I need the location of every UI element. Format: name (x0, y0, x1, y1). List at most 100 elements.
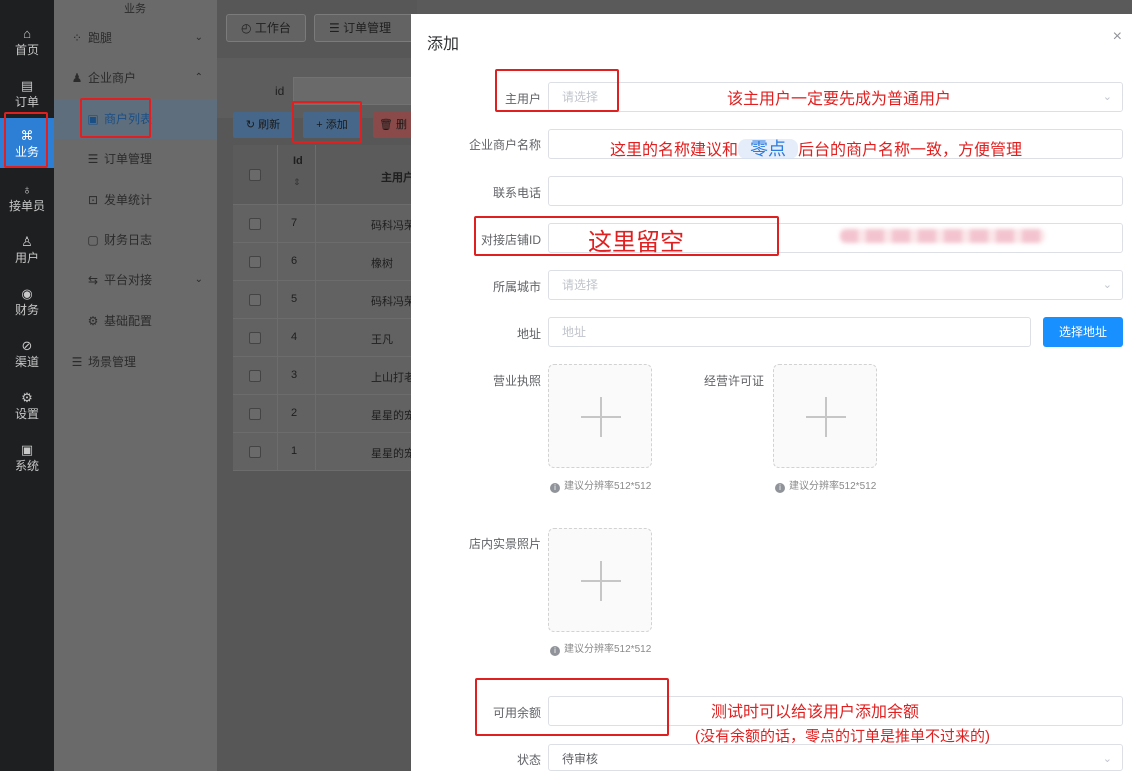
annotation-balance-note-1: 测试时可以给该用户添加余额 (711, 704, 920, 721)
scene-icon: ☰ (71, 355, 83, 369)
table-row[interactable]: 3 上山打老 (233, 357, 415, 395)
submenu-item-scene[interactable]: ☰ 场景管理 (54, 342, 217, 382)
submenu-item-platform[interactable]: ⇆ 平台对接 ⌄ (54, 260, 217, 300)
channel-icon: ⊘ (21, 338, 33, 353)
chevron-down-icon: ⌄ (194, 32, 203, 43)
row-checkbox[interactable] (249, 332, 261, 344)
submenu-label: 发单统计 (104, 193, 153, 207)
rail-item-finance[interactable]: ◉ 财务 (0, 276, 54, 326)
button-label: 刷新 (258, 119, 281, 131)
cell-id: 4 (291, 331, 298, 343)
cell-main-user: 上山打老 (371, 372, 415, 384)
rail-item-order[interactable]: ▤ 订单 (0, 68, 54, 118)
close-icon[interactable]: × (1113, 28, 1122, 46)
enterprise-icon: ♟ (71, 71, 83, 85)
info-icon: i (550, 483, 560, 493)
license-label: 营业执照 (492, 374, 541, 388)
chevron-down-icon: ⌄ (1102, 279, 1112, 291)
row-checkbox[interactable] (249, 408, 261, 420)
annotation-main-user-note: 该主用户一定要先成为普通用户 (727, 91, 952, 108)
rail-label: 用户 (14, 251, 39, 265)
refresh-button[interactable]: ↻ 刷新 (233, 112, 293, 138)
rail-label: 渠道 (14, 355, 39, 369)
home-icon: ⌂ (23, 26, 31, 41)
hint-text: 建议分辨率512*512 (564, 644, 652, 655)
clock-icon: ◴ (241, 21, 252, 35)
hint-text: 建议分辨率512*512 (789, 481, 877, 492)
table-row[interactable]: 2 星星的宠 (233, 395, 415, 433)
cell-id: 3 (291, 369, 298, 381)
cell-main-user: 王凡 (371, 334, 393, 346)
table-header: Id ⇕ 主用户 (233, 145, 414, 205)
rail-item-home[interactable]: ⌂ 首页 (0, 16, 54, 66)
table-row[interactable]: 7 码科冯荣 (233, 205, 415, 243)
table-row[interactable]: 4 王凡 (233, 319, 413, 357)
order-list-icon: ☰ (87, 152, 99, 166)
row-checkbox[interactable] (249, 370, 261, 382)
gear-icon: ⚙ (87, 314, 99, 328)
annotation-balance-note-2: (没有余额的话，零点的订单是推单不过来的) (695, 728, 990, 745)
cell-main-user: 橡树 (371, 258, 393, 270)
address-input[interactable]: 地址 (548, 317, 1031, 347)
row-checkbox[interactable] (249, 446, 261, 458)
column-divider (315, 145, 316, 470)
rail-label: 财务 (14, 303, 39, 317)
submenu-label: 平台对接 (104, 273, 153, 287)
rail-item-settings[interactable]: ⚙ 设置 (0, 380, 54, 430)
table-row[interactable]: 6 橡树 (233, 243, 413, 281)
select-address-button[interactable]: 选择地址 (1043, 317, 1123, 347)
bike-icon: ♁ (22, 182, 32, 197)
city-select[interactable]: 请选择 ⌄ (548, 270, 1123, 300)
row-checkbox[interactable] (249, 256, 261, 268)
list-icon: ☰ (329, 21, 340, 35)
plus-icon (600, 397, 602, 437)
table-row[interactable]: 5 码科冯荣 (233, 281, 415, 319)
select-all-checkbox[interactable] (249, 169, 261, 181)
submenu-title: 业务 (124, 3, 146, 15)
sort-icon[interactable]: ⇕ (293, 177, 301, 188)
permit-upload[interactable] (773, 364, 877, 468)
submenu-item-enterprise[interactable]: ♟ 企业商户 ⌃ (54, 58, 217, 98)
redacted-value (840, 229, 1045, 243)
user-icon: ♙ (21, 234, 33, 249)
submenu-item-dispatch-stats[interactable]: ⊡ 发单统计 (54, 180, 217, 220)
cell-id: 6 (291, 255, 298, 267)
rail-label: 系统 (14, 459, 39, 473)
rail-item-channel[interactable]: ⊘ 渠道 (0, 328, 54, 378)
annotation-highlight: 零点 (738, 139, 799, 159)
submenu-item-finance-log[interactable]: ▢ 财务日志 (54, 220, 217, 260)
button-label: 删 (396, 119, 408, 131)
delete-button[interactable]: 🗑 删 (373, 112, 413, 138)
photo-upload[interactable] (548, 528, 652, 632)
system-icon: ▣ (20, 442, 34, 457)
row-checkbox[interactable] (249, 294, 261, 306)
plus-icon (600, 561, 602, 601)
company-name-label: 企业商户名称 (468, 138, 541, 152)
rail-item-system[interactable]: ▣ 系统 (0, 432, 54, 482)
plus-icon (825, 397, 827, 437)
tab-workbench[interactable]: ◴ 工作台 (226, 14, 306, 42)
rail-item-courier[interactable]: ♁ 接单员 (0, 172, 54, 222)
annotation-box-merchant-list (80, 98, 151, 138)
rail-item-user[interactable]: ♙ 用户 (0, 224, 54, 274)
tab-order-manage[interactable]: ☰ 订单管理 (314, 14, 414, 42)
table-row[interactable]: 1 星星的宠 (233, 433, 415, 471)
annotation-box-rail-business (4, 112, 48, 168)
status-select[interactable]: 待审核 ⌄ (548, 744, 1123, 771)
submenu-item-base-config[interactable]: ⚙ 基础配置 (54, 301, 217, 341)
chevron-up-icon: ⌃ (194, 72, 203, 83)
permit-hint: i 建议分辨率512*512 (775, 477, 876, 493)
submenu-item-order-manage[interactable]: ☰ 订单管理 (54, 139, 217, 179)
header-main-user: 主用户 (381, 172, 414, 184)
annotation-shop-id-note: 这里留空 (588, 229, 684, 256)
column-divider (277, 145, 278, 470)
submenu-item-errand[interactable]: ⁘ 跑腿 ⌄ (54, 18, 217, 58)
info-icon: i (775, 483, 785, 493)
tab-label: 工作台 (254, 21, 291, 35)
row-checkbox[interactable] (249, 218, 261, 230)
phone-input[interactable] (548, 176, 1123, 206)
settings-icon: ⚙ (21, 390, 33, 405)
submenu-label: 跑腿 (88, 31, 113, 45)
header-id[interactable]: Id (293, 155, 303, 167)
license-hint: i 建议分辨率512*512 (550, 477, 651, 493)
